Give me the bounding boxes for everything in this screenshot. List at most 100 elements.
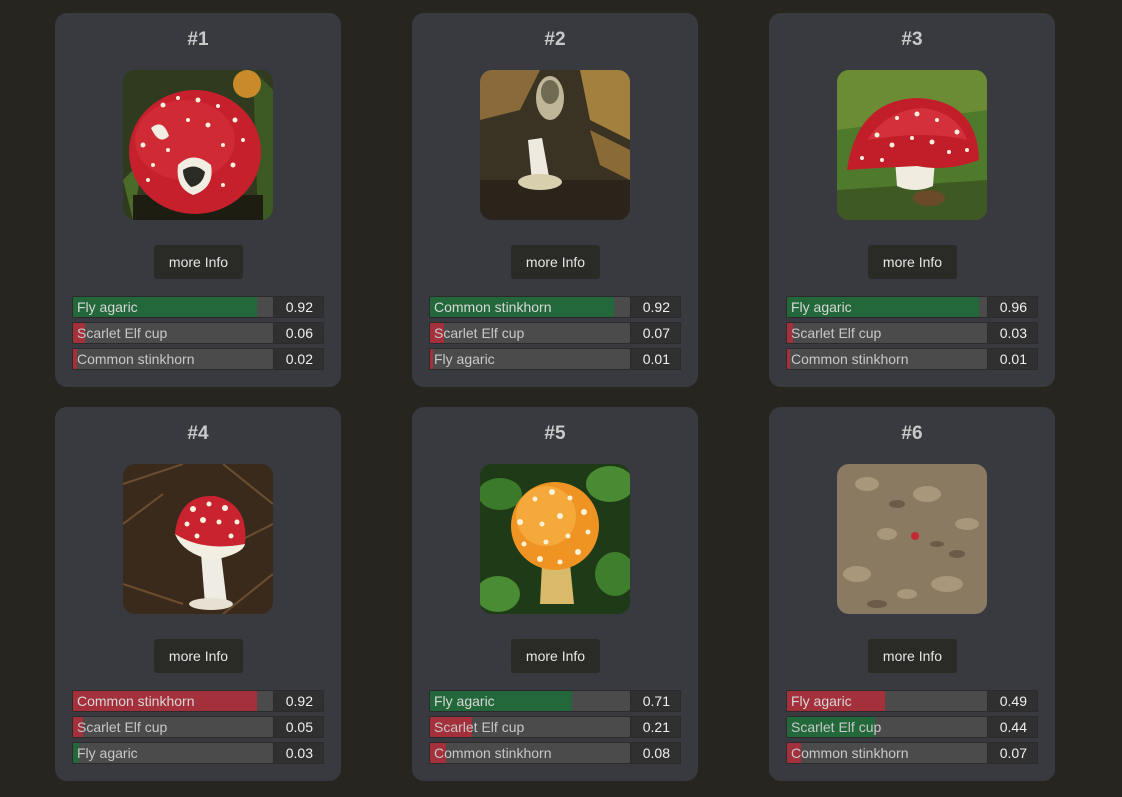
prediction-label: Scarlet Elf cup — [791, 719, 882, 735]
prediction-score: 0.07 — [988, 742, 1038, 764]
prediction-score: 0.06 — [274, 322, 324, 344]
prediction-score: 0.44 — [988, 716, 1038, 738]
prediction-label: Common stinkhorn — [791, 351, 909, 367]
prediction-score: 0.03 — [988, 322, 1038, 344]
mushroom-photo — [480, 70, 630, 220]
prediction-label: Fly agaric — [791, 299, 852, 315]
confidence-fill — [430, 349, 433, 369]
prediction-row: Common stinkhorn 0.02 — [72, 348, 324, 370]
prediction-row: Fly agaric 0.71 — [429, 690, 681, 712]
prediction-list: Fly agaric 0.71 Scarlet Elf cup 0.21 Common … — [429, 690, 681, 768]
confidence-bar: Common stinkhorn — [786, 742, 988, 764]
prediction-label: Common stinkhorn — [77, 351, 195, 367]
prediction-score: 0.01 — [988, 348, 1038, 370]
confidence-bar: Scarlet Elf cup — [786, 716, 988, 738]
prediction-score: 0.92 — [631, 296, 681, 318]
prediction-row: Scarlet Elf cup 0.05 — [72, 716, 324, 738]
prediction-list: Common stinkhorn 0.92 Scarlet Elf cup 0.07 F… — [429, 296, 681, 374]
prediction-score: 0.92 — [274, 296, 324, 318]
more-info-button[interactable]: more Info — [868, 245, 957, 279]
prediction-label: Scarlet Elf cup — [434, 719, 525, 735]
more-info-button[interactable]: more Info — [511, 639, 600, 673]
confidence-bar: Scarlet Elf cup — [72, 322, 274, 344]
prediction-score: 0.02 — [274, 348, 324, 370]
confidence-bar: Scarlet Elf cup — [72, 716, 274, 738]
prediction-label: Fly agaric — [791, 693, 852, 709]
prediction-score: 0.92 — [274, 690, 324, 712]
prediction-row: Common stinkhorn 0.92 — [72, 690, 324, 712]
result-card: #2 more Info Common stinkhorn 0.92 Scarlet… — [412, 13, 698, 387]
results-grid: #1 more Info Fly agaric 0.92 Scarlet Elf… — [55, 13, 1055, 781]
more-info-button[interactable]: more Info — [868, 639, 957, 673]
prediction-label: Fly agaric — [434, 351, 495, 367]
mushroom-photo — [837, 464, 987, 614]
result-card: #6 more Info Fly agaric 0.49 Scarlet Elf c… — [769, 407, 1055, 781]
prediction-row: Scarlet Elf cup 0.03 — [786, 322, 1038, 344]
prediction-label: Scarlet Elf cup — [434, 325, 525, 341]
mushroom-photo — [480, 464, 630, 614]
card-title: #5 — [544, 423, 566, 444]
prediction-row: Fly agaric 0.01 — [429, 348, 681, 370]
more-info-button[interactable]: more Info — [511, 245, 600, 279]
prediction-score: 0.96 — [988, 296, 1038, 318]
confidence-bar: Common stinkhorn — [72, 690, 274, 712]
card-title: #4 — [187, 423, 209, 444]
prediction-row: Scarlet Elf cup 0.44 — [786, 716, 1038, 738]
prediction-row: Scarlet Elf cup 0.21 — [429, 716, 681, 738]
prediction-list: Common stinkhorn 0.92 Scarlet Elf cup 0.05 F… — [72, 690, 324, 768]
prediction-label: Scarlet Elf cup — [77, 719, 168, 735]
confidence-bar: Fly agaric — [429, 348, 631, 370]
prediction-label: Fly agaric — [77, 299, 138, 315]
result-card: #3 more Info Fly agaric 0.96 Scarlet Elf c… — [769, 13, 1055, 387]
prediction-list: Fly agaric 0.96 Scarlet Elf cup 0.03 Common … — [786, 296, 1038, 374]
confidence-bar: Fly agaric — [72, 296, 274, 318]
prediction-row: Common stinkhorn 0.08 — [429, 742, 681, 764]
prediction-score: 0.08 — [631, 742, 681, 764]
mushroom-photo — [837, 70, 987, 220]
confidence-bar: Common stinkhorn — [786, 348, 988, 370]
prediction-list: Fly agaric 0.92 Scarlet Elf cup 0.06 Common … — [72, 296, 324, 374]
card-title: #3 — [901, 29, 923, 50]
confidence-bar: Fly agaric — [786, 296, 988, 318]
confidence-bar: Common stinkhorn — [72, 348, 274, 370]
prediction-score: 0.21 — [631, 716, 681, 738]
prediction-row: Fly agaric 0.49 — [786, 690, 1038, 712]
prediction-label: Scarlet Elf cup — [77, 325, 168, 341]
confidence-bar: Scarlet Elf cup — [429, 716, 631, 738]
confidence-bar: Fly agaric — [72, 742, 274, 764]
prediction-row: Fly agaric 0.92 — [72, 296, 324, 318]
mushroom-photo — [123, 464, 273, 614]
confidence-bar: Scarlet Elf cup — [786, 322, 988, 344]
prediction-row: Common stinkhorn 0.01 — [786, 348, 1038, 370]
prediction-list: Fly agaric 0.49 Scarlet Elf cup 0.44 Common … — [786, 690, 1038, 768]
prediction-label: Fly agaric — [77, 745, 138, 761]
prediction-score: 0.49 — [988, 690, 1038, 712]
confidence-bar: Fly agaric — [786, 690, 988, 712]
confidence-bar: Fly agaric — [429, 690, 631, 712]
more-info-button[interactable]: more Info — [154, 639, 243, 673]
prediction-label: Scarlet Elf cup — [791, 325, 882, 341]
card-title: #6 — [901, 423, 923, 444]
prediction-row: Fly agaric 0.96 — [786, 296, 1038, 318]
prediction-row: Common stinkhorn 0.92 — [429, 296, 681, 318]
card-title: #2 — [544, 29, 566, 50]
prediction-label: Common stinkhorn — [791, 745, 909, 761]
confidence-bar: Scarlet Elf cup — [429, 322, 631, 344]
prediction-row: Scarlet Elf cup 0.06 — [72, 322, 324, 344]
result-card: #1 more Info Fly agaric 0.92 Scarlet Elf… — [55, 13, 341, 387]
prediction-row: Common stinkhorn 0.07 — [786, 742, 1038, 764]
prediction-label: Fly agaric — [434, 693, 495, 709]
prediction-label: Common stinkhorn — [77, 693, 195, 709]
more-info-button[interactable]: more Info — [154, 245, 243, 279]
confidence-bar: Common stinkhorn — [429, 296, 631, 318]
prediction-score: 0.07 — [631, 322, 681, 344]
mushroom-photo — [123, 70, 273, 220]
card-title: #1 — [187, 29, 209, 50]
prediction-score: 0.71 — [631, 690, 681, 712]
prediction-label: Common stinkhorn — [434, 745, 552, 761]
prediction-score: 0.01 — [631, 348, 681, 370]
confidence-fill — [787, 349, 790, 369]
prediction-row: Scarlet Elf cup 0.07 — [429, 322, 681, 344]
confidence-bar: Common stinkhorn — [429, 742, 631, 764]
prediction-row: Fly agaric 0.03 — [72, 742, 324, 764]
